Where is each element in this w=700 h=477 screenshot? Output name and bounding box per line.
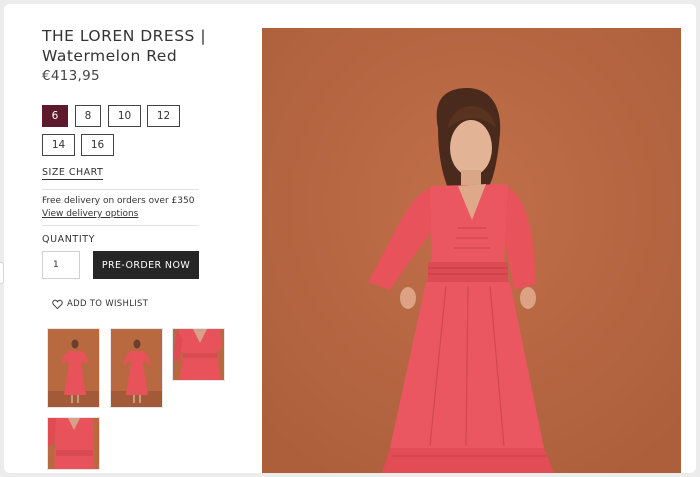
delivery-info: Free delivery on orders over £350 [42, 196, 195, 206]
size-chart-link[interactable]: SIZE CHART [42, 167, 104, 180]
size-option-16[interactable]: 16 [81, 134, 114, 156]
size-option-12[interactable]: 12 [147, 105, 180, 127]
product-price: €413,95 [42, 68, 100, 84]
product-title: THE LOREN DRESS | Watermelon Red [42, 27, 207, 65]
heart-icon [52, 294, 63, 313]
quantity-label: QUANTITY [42, 234, 96, 245]
gallery-thumbnail[interactable] [47, 417, 100, 470]
pre-order-button[interactable]: PRE-ORDER NOW [93, 251, 199, 279]
quantity-input[interactable] [42, 251, 80, 279]
divider [42, 189, 199, 190]
main-product-image [262, 28, 681, 473]
size-option-8[interactable]: 8 [75, 105, 101, 127]
size-option-6[interactable]: 6 [42, 105, 68, 127]
divider [42, 225, 199, 226]
view-delivery-options-link[interactable]: View delivery options [42, 209, 138, 219]
gallery-thumbnail[interactable] [110, 328, 163, 408]
wishlist-label: ADD TO WISHLIST [67, 298, 149, 309]
side-edge-tab[interactable] [0, 262, 4, 284]
add-to-wishlist-button[interactable]: ADD TO WISHLIST [52, 294, 148, 313]
gallery-thumbnail[interactable] [47, 328, 100, 408]
gallery-thumbnail[interactable] [172, 328, 225, 381]
size-option-14[interactable]: 14 [42, 134, 75, 156]
product-page: THE LOREN DRESS | Watermelon Red €413,95… [4, 4, 696, 473]
size-option-10[interactable]: 10 [108, 105, 141, 127]
